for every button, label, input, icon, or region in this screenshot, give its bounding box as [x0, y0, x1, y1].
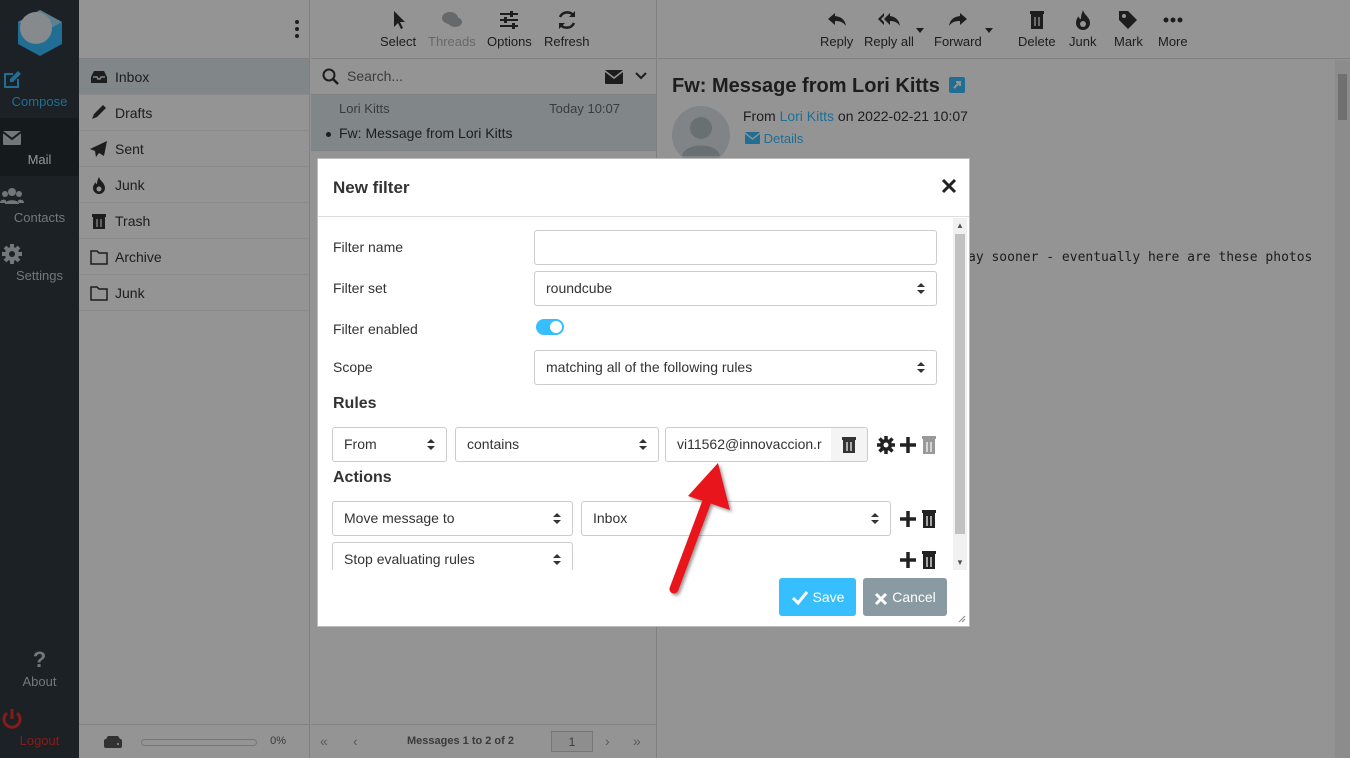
rule-value-clear-button[interactable] — [831, 427, 868, 462]
dialog-header: New filter — [318, 159, 969, 217]
filter-enabled-label: Filter enabled — [333, 321, 418, 337]
annotation-arrow-icon — [669, 463, 730, 594]
action-type-select[interactable]: Move message to — [332, 501, 573, 536]
resize-handle-icon[interactable] — [956, 613, 966, 623]
gear-icon[interactable] — [876, 435, 896, 455]
filter-set-label: Filter set — [333, 280, 387, 296]
save-label: Save — [812, 589, 845, 605]
close-icon[interactable] — [941, 178, 957, 194]
filter-name-input[interactable] — [534, 230, 937, 265]
delete-action-icon[interactable] — [919, 550, 939, 570]
cancel-label: Cancel — [892, 589, 936, 605]
rule-operator-select[interactable]: contains — [455, 427, 659, 462]
delete-action-icon[interactable] — [919, 509, 939, 529]
cancel-button[interactable]: Cancel — [863, 578, 947, 616]
scope-select[interactable]: matching all of the following rules — [534, 350, 937, 385]
dialog-footer: Save Cancel — [318, 570, 969, 626]
dialog-scrollbar[interactable]: ▲ ▼ — [953, 218, 967, 570]
rules-heading: Rules — [333, 395, 377, 412]
filter-enabled-toggle[interactable] — [536, 319, 564, 335]
delete-rule-icon[interactable] — [919, 435, 939, 455]
close-icon — [875, 592, 888, 606]
scope-label: Scope — [333, 359, 373, 375]
add-rule-icon[interactable] — [898, 435, 918, 455]
save-button[interactable]: Save — [779, 578, 856, 616]
actions-heading: Actions — [333, 469, 392, 486]
add-action-icon[interactable] — [898, 550, 918, 570]
check-icon — [791, 591, 808, 606]
dialog-title: New filter — [333, 178, 410, 197]
filter-set-select[interactable]: roundcube — [534, 271, 937, 306]
dialog-body: Filter name Filter set roundcube Filter … — [318, 218, 954, 570]
add-action-icon[interactable] — [898, 509, 918, 529]
new-filter-dialog: New filter Filter name Filter set roundc… — [317, 158, 970, 627]
trash-icon — [842, 437, 856, 453]
rule-header-select[interactable]: From — [332, 427, 447, 462]
action-type-select-2[interactable]: Stop evaluating rules — [332, 542, 573, 570]
filter-name-label: Filter name — [333, 239, 404, 255]
